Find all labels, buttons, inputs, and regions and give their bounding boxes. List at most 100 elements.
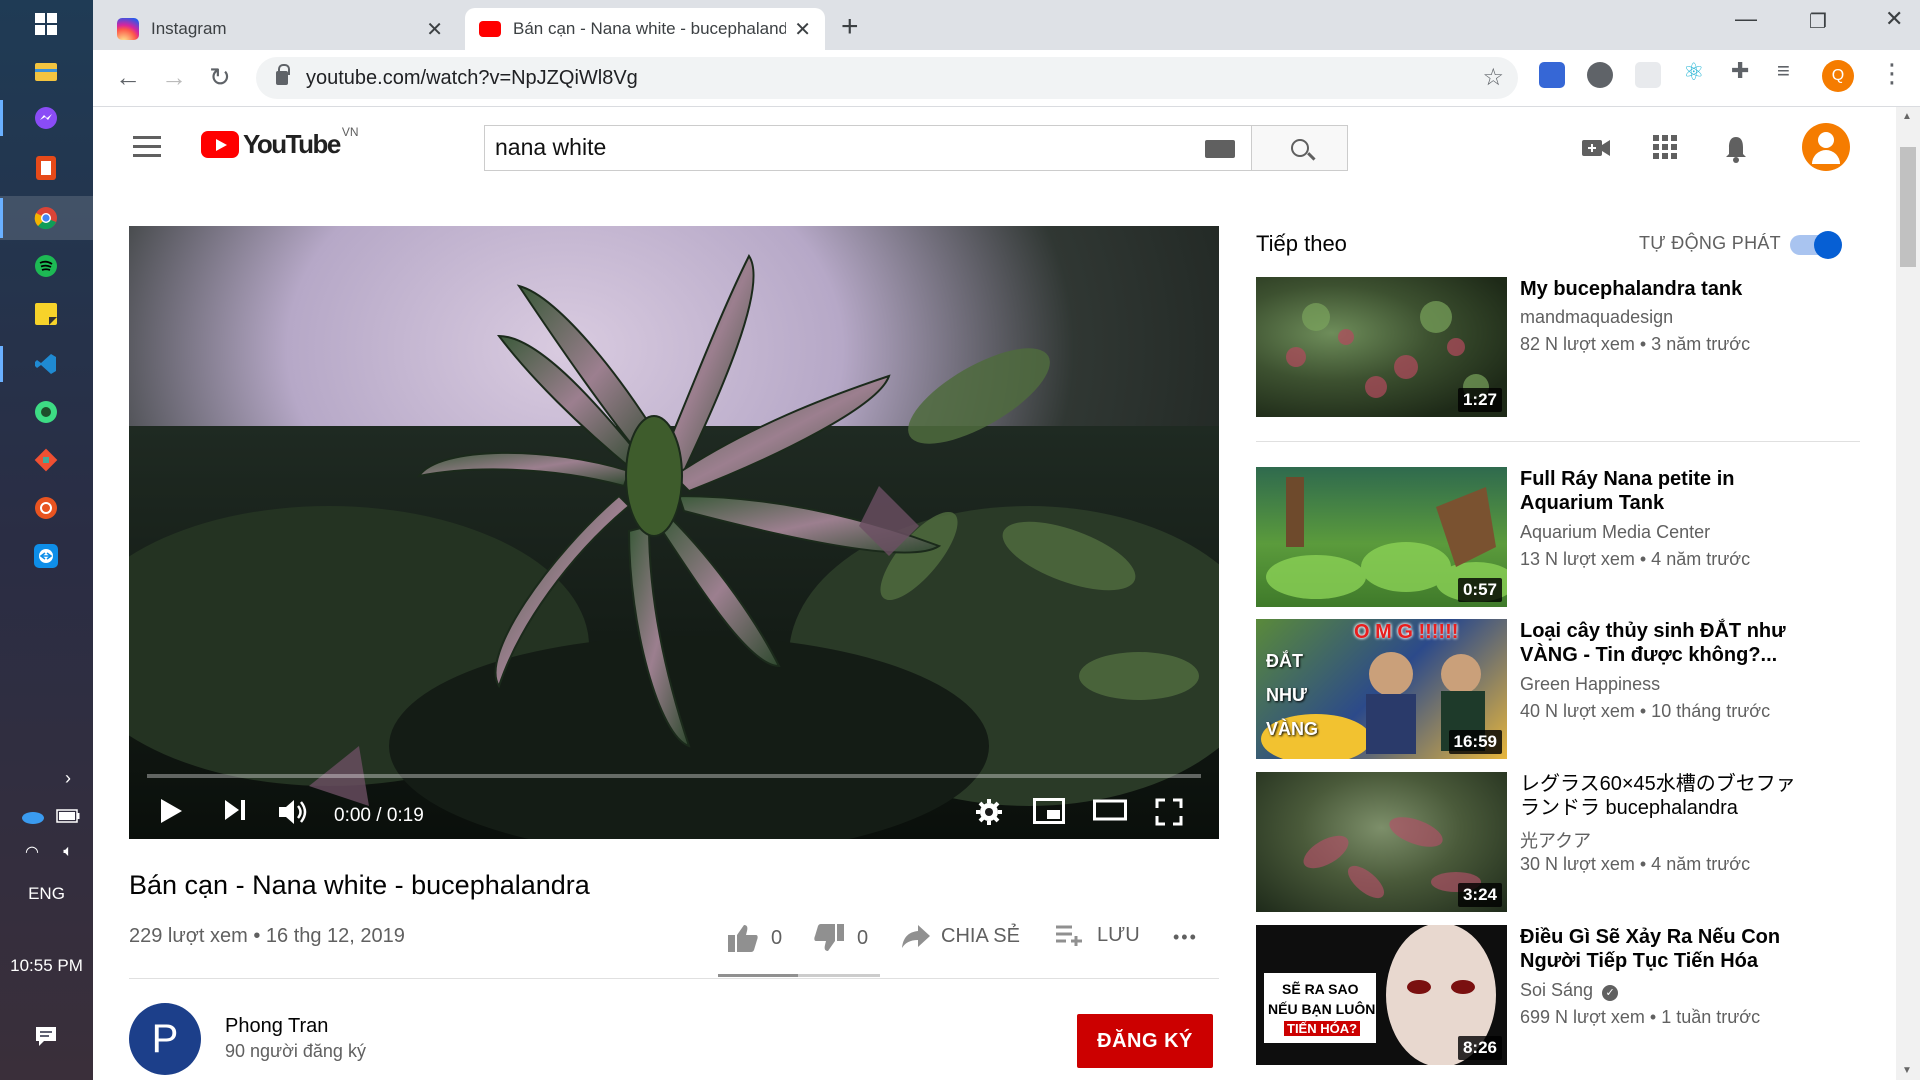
restore-icon[interactable]: ❐ — [1809, 9, 1827, 34]
volume-icon[interactable]: 🔈︎ — [54, 838, 82, 866]
save-button[interactable]: LƯU — [1055, 923, 1140, 947]
next-video-icon[interactable] — [223, 798, 247, 829]
recommended-channel[interactable]: 光アクア — [1520, 827, 1591, 853]
dislike-button[interactable]: 0 — [813, 923, 868, 953]
recommended-channel[interactable]: Green Happiness — [1520, 674, 1660, 695]
apps-grid-icon[interactable] — [1653, 135, 1677, 166]
bookmark-star-icon[interactable]: ☆ — [1482, 63, 1504, 92]
recommended-channel[interactable]: Soi Sáng ✓ — [1520, 980, 1619, 1001]
youtube-logo[interactable]: YouTube VN — [201, 125, 359, 160]
new-tab-button[interactable]: + — [841, 10, 859, 44]
chevron-right-icon[interactable]: › — [54, 764, 82, 792]
search-button[interactable] — [1251, 126, 1347, 170]
theater-mode-icon[interactable] — [1093, 798, 1127, 829]
reload-icon[interactable]: ↻ — [209, 62, 231, 93]
recommended-meta: 82 N lượt xem • 3 năm trước — [1520, 334, 1751, 354]
subscribe-button[interactable]: ĐĂNG KÝ — [1077, 1014, 1213, 1068]
messenger-icon[interactable] — [32, 104, 60, 132]
video-thumbnail[interactable]: O M G !!!!!! ĐẮT NHƯ VÀNG 16:59 — [1256, 619, 1507, 759]
scroll-up-arrow-icon[interactable]: ▲ — [1902, 111, 1912, 122]
extension-icon-2[interactable] — [1587, 62, 1613, 88]
battery-icon[interactable] — [54, 802, 82, 830]
volume-icon[interactable] — [277, 798, 309, 833]
close-window-icon[interactable]: ✕ — [1885, 6, 1903, 32]
recommended-title[interactable]: Loại cây thủy sinh ĐẮT như VÀNG - Tin đư… — [1520, 619, 1810, 667]
settings-gear-icon[interactable] — [975, 798, 1003, 833]
up-next-heading: Tiếp theo — [1256, 231, 1347, 256]
hamburger-menu-icon[interactable] — [133, 136, 161, 163]
video-player[interactable]: 0:00 / 0:19 — [129, 226, 1219, 839]
chrome-icon[interactable] — [32, 204, 60, 232]
sticky-notes-icon[interactable] — [32, 300, 60, 328]
forward-icon[interactable]: → — [161, 62, 187, 93]
browser-toolbar: ← → ↻ youtube.com/watch?v=NpJZQiWl8Vg ☆ … — [93, 50, 1920, 107]
video-thumbnail[interactable]: 0:57 — [1256, 467, 1507, 607]
more-actions-button[interactable]: ••• — [1173, 927, 1198, 948]
onedrive-icon[interactable] — [18, 802, 46, 830]
recommended-video[interactable]: 3:24 レグラス60×45水槽のブセファランドラ bucephalandra … — [1256, 772, 1870, 912]
video-progress-bar[interactable] — [147, 774, 1201, 778]
thumbnail-text: TIẾN HÓA? — [1284, 1021, 1361, 1036]
recommended-title[interactable]: Điều Gì Sẽ Xảy Ra Nếu Con Người Tiếp Tục… — [1520, 925, 1810, 973]
profile-avatar[interactable]: Q — [1822, 60, 1854, 92]
url-text[interactable]: youtube.com/watch?v=NpJZQiWl8Vg — [306, 67, 638, 90]
channel-avatar[interactable]: P — [129, 1003, 201, 1075]
channel-name: Soi Sáng — [1520, 980, 1594, 1000]
video-thumbnail[interactable]: SẼ RA SAO NẾU BẠN LUÔN TIẾN HÓA? 8:26 — [1256, 925, 1507, 1065]
close-tab-icon[interactable]: ✕ — [426, 17, 443, 42]
extensions-puzzle-icon[interactable]: ✚ — [1731, 58, 1757, 84]
search-input[interactable]: nana white — [485, 126, 1205, 170]
clock[interactable]: 10:55 PM — [0, 956, 93, 976]
share-button[interactable]: CHIA SẺ — [901, 923, 1020, 949]
media-control-icon[interactable]: ≡ — [1777, 58, 1803, 84]
extension-icon-1[interactable] — [1539, 62, 1565, 88]
video-thumbnail[interactable]: 3:24 — [1256, 772, 1507, 912]
git-icon[interactable] — [32, 446, 60, 474]
notifications-icon[interactable] — [32, 1022, 60, 1050]
browser-menu-icon[interactable]: ⋮ — [1879, 58, 1905, 89]
file-explorer-icon[interactable] — [32, 58, 60, 86]
account-avatar[interactable] — [1802, 123, 1850, 171]
wifi-icon[interactable]: ◠ — [18, 838, 46, 866]
recommended-video[interactable]: 1:27 My bucephalandra tank mandmaquadesi… — [1256, 277, 1870, 417]
close-tab-icon[interactable]: ✕ — [794, 17, 811, 42]
autoplay-toggle[interactable] — [1790, 231, 1842, 259]
recommended-title[interactable]: My bucephalandra tank — [1520, 277, 1810, 301]
notifications-bell-icon[interactable] — [1724, 135, 1748, 170]
recommended-video[interactable]: O M G !!!!!! ĐẮT NHƯ VÀNG 16:59 Loại cây… — [1256, 619, 1870, 759]
tab-youtube[interactable]: Bán cạn - Nana white - bucephalandra ✕ — [465, 8, 825, 50]
address-bar[interactable]: youtube.com/watch?v=NpJZQiWl8Vg ☆ — [256, 57, 1518, 99]
channel-name[interactable]: Phong Tran — [225, 1015, 328, 1038]
back-icon[interactable]: ← — [115, 62, 141, 93]
extension-icon-3[interactable] — [1635, 62, 1661, 88]
language-indicator[interactable]: ENG — [0, 884, 93, 904]
android-studio-icon[interactable] — [32, 398, 60, 426]
react-devtools-icon[interactable]: ⚛ — [1683, 58, 1709, 86]
page-scrollbar[interactable]: ▲ ▼ — [1896, 107, 1920, 1080]
tab-instagram[interactable]: Instagram ✕ — [103, 8, 457, 50]
recommended-channel[interactable]: Aquarium Media Center — [1520, 522, 1710, 543]
play-icon[interactable] — [159, 798, 183, 831]
youtube-page: YouTube VN nana white 0:00 / 0:19 Bán cạ… — [93, 107, 1896, 1080]
miniplayer-icon[interactable] — [1033, 798, 1065, 831]
scrollbar-thumb[interactable] — [1900, 147, 1916, 267]
video-thumbnail[interactable]: 1:27 — [1256, 277, 1507, 417]
recommended-video[interactable]: SẼ RA SAO NẾU BẠN LUÔN TIẾN HÓA? 8:26 Đi… — [1256, 925, 1870, 1065]
minimize-icon[interactable]: — — [1735, 6, 1757, 32]
recommended-video[interactable]: 0:57 Full Ráy Nana petite in Aquarium Ta… — [1256, 467, 1870, 607]
fullscreen-icon[interactable] — [1155, 798, 1183, 833]
keyboard-icon[interactable] — [1205, 140, 1235, 158]
recommended-title[interactable]: Full Ráy Nana petite in Aquarium Tank — [1520, 467, 1810, 515]
like-button[interactable]: 0 — [727, 923, 782, 953]
recommended-channel[interactable]: mandmaquadesign — [1520, 307, 1673, 328]
office-icon[interactable] — [32, 154, 60, 182]
windows-start-icon[interactable] — [32, 10, 60, 38]
scroll-down-arrow-icon[interactable]: ▼ — [1902, 1065, 1912, 1076]
spotify-icon[interactable] — [32, 252, 60, 280]
video-title: Bán cạn - Nana white - bucephalandra — [129, 870, 590, 900]
teamviewer-icon[interactable] — [32, 542, 60, 570]
vscode-icon[interactable] — [32, 350, 60, 378]
recommended-title[interactable]: レグラス60×45水槽のブセファランドラ bucephalandra — [1520, 772, 1810, 820]
ubuntu-icon[interactable] — [32, 494, 60, 522]
create-video-icon[interactable] — [1581, 135, 1611, 166]
